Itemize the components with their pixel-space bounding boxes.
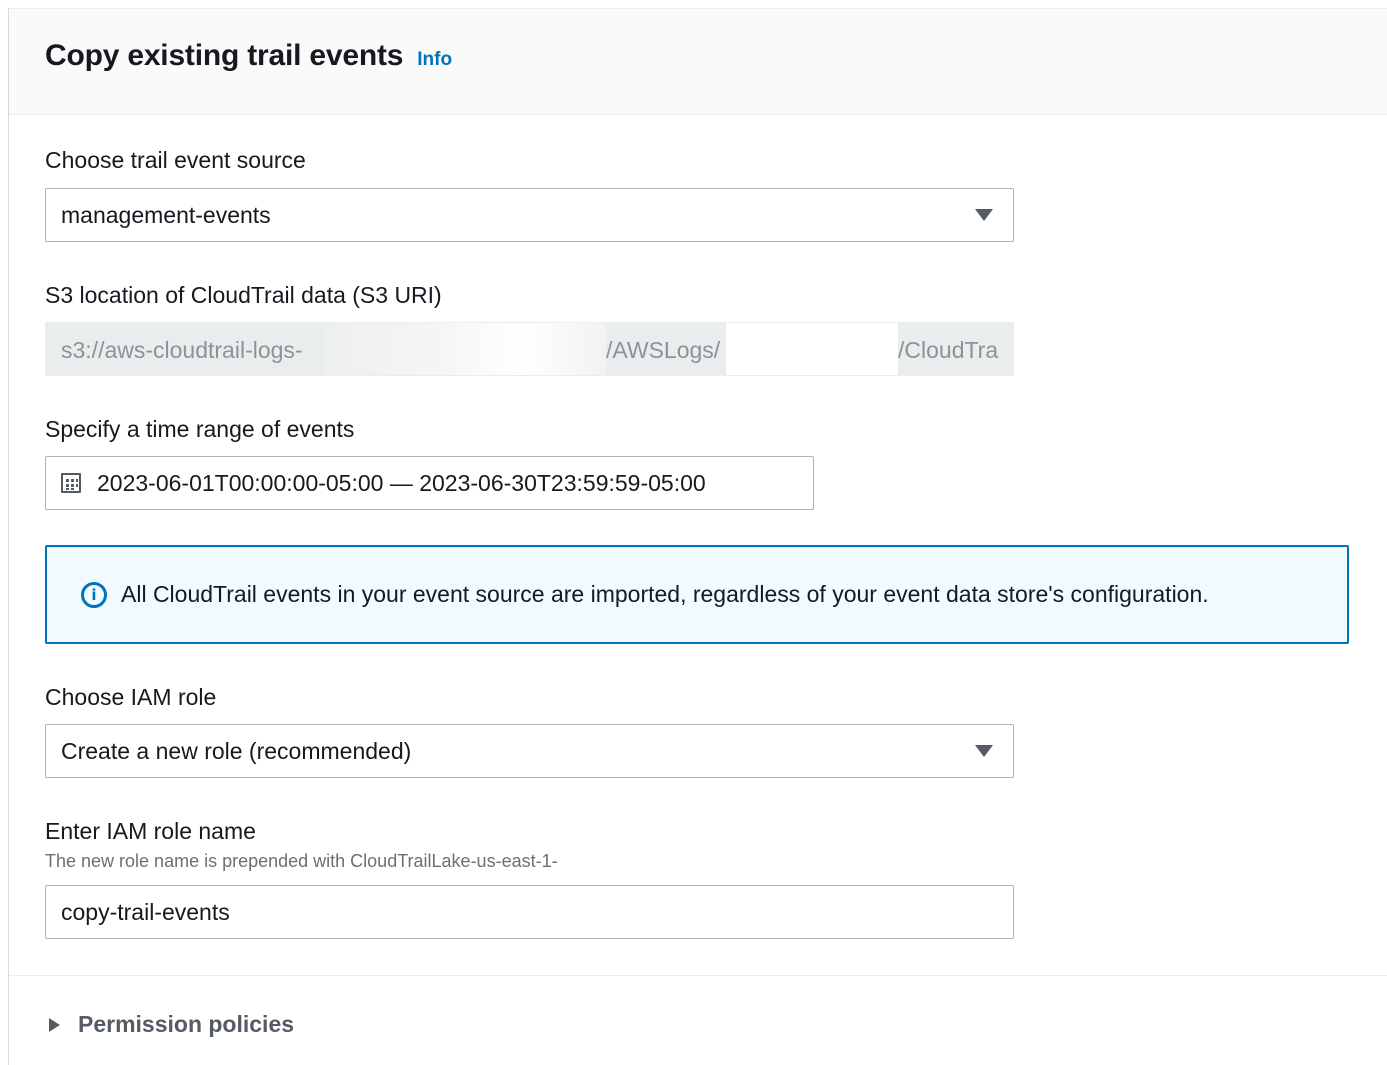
time-range-field: Specify a time range of events [45,416,354,443]
role-name-description: The new role name is prepended with Clou… [45,851,558,871]
iam-role-select[interactable]: Create a new role (recommended) [45,724,1014,778]
time-range-value: 2023-06-01T00:00:00-05:00 — 2023-06-30T2… [97,469,706,496]
role-name-input[interactable]: copy-trail-events [45,885,1014,939]
calendar-icon [61,473,81,493]
caret-down-icon [975,209,993,221]
time-range-picker[interactable]: 2023-06-01T00:00:00-05:00 — 2023-06-30T2… [45,456,814,510]
redacted-region-1 [326,323,606,375]
s3-uri-segment-1: s3://aws-cloudtrail-logs- [61,337,303,363]
iam-role-label: Choose IAM role [45,684,217,710]
role-name-field: Enter IAM role name The new role name is… [45,818,558,872]
section-divider [9,975,1387,976]
alert-message: All CloudTrail events in your event sour… [121,581,1209,607]
event-source-value: management-events [61,201,271,228]
s3-location-label: S3 location of CloudTrail data (S3 URI) [45,282,442,308]
s3-uri-segment-2: /AWSLogs/ [606,337,721,363]
permission-policies-expander[interactable]: Permission policies [49,1011,294,1038]
time-range-label: Specify a time range of events [45,416,355,442]
event-source-field: Choose trail event source [45,147,306,174]
role-name-label: Enter IAM role name [45,818,256,844]
s3-location-field: S3 location of CloudTrail data (S3 URI) [45,282,442,309]
info-link[interactable]: Info [417,49,452,71]
panel-header: Copy existing trail events Info [9,9,1387,115]
copy-trail-events-panel: Copy existing trail events Info Choose t… [8,8,1387,1065]
info-alert: i All CloudTrail events in your event so… [45,545,1349,644]
permission-policies-label: Permission policies [78,1011,295,1037]
panel-title: Copy existing trail events [45,39,404,72]
event-source-label: Choose trail event source [45,147,306,173]
iam-role-value: Create a new role (recommended) [61,737,412,764]
iam-role-field: Choose IAM role [45,684,216,711]
role-name-value: copy-trail-events [61,898,230,925]
caret-down-icon [975,745,993,757]
s3-location-input: s3://aws-cloudtrail-logs- /AWSLogs/ /Clo… [45,322,1014,376]
event-source-select[interactable]: management-events [45,188,1014,242]
s3-uri-segment-3: /CloudTra [898,337,999,363]
info-icon: i [81,581,107,608]
redacted-region-2 [726,323,898,375]
caret-right-icon [49,1017,60,1032]
